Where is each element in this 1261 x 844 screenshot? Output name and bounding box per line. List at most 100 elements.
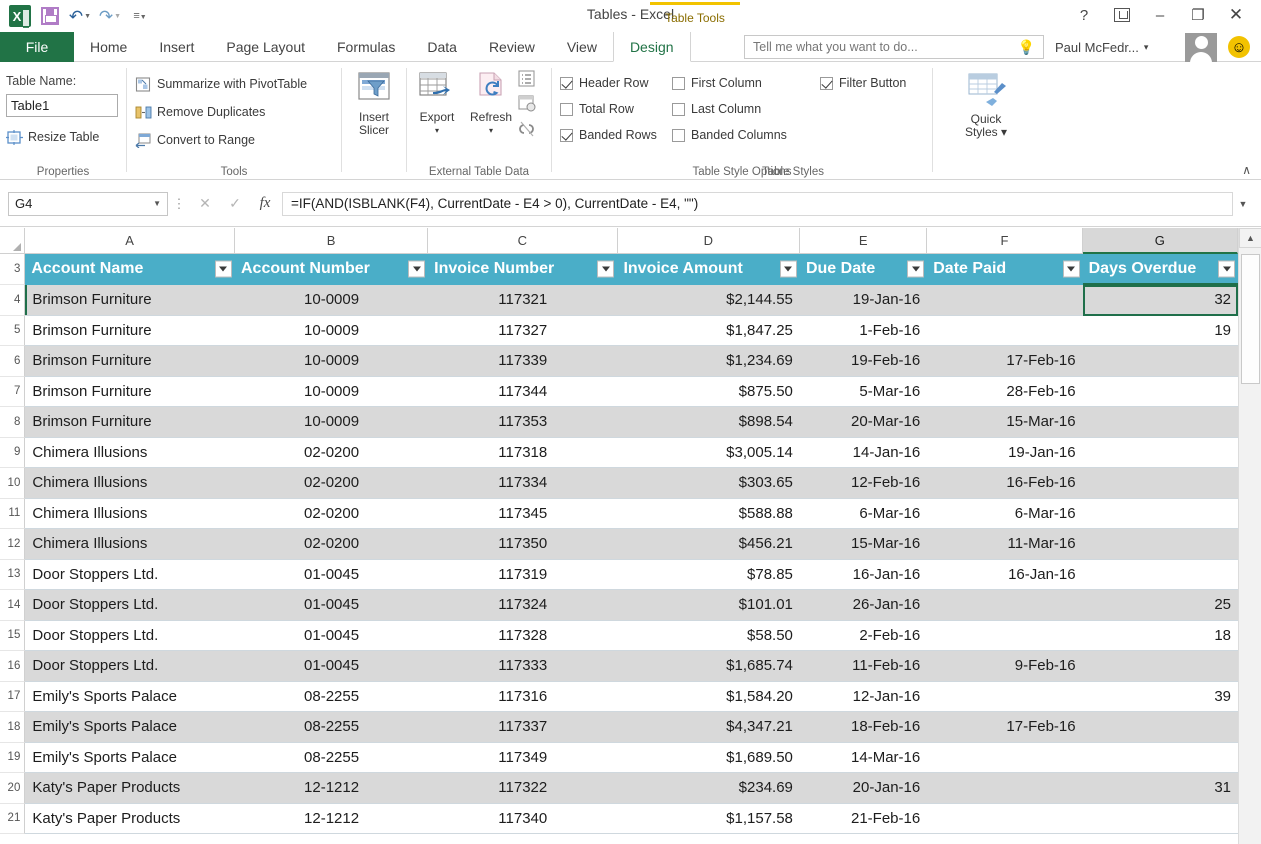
cell-C20[interactable]: 117322 <box>428 773 617 804</box>
cell-E17[interactable]: 12-Jan-16 <box>800 682 927 713</box>
cell-C9[interactable]: 117318 <box>428 438 617 469</box>
cell-B17[interactable]: 08-2255 <box>235 682 428 713</box>
cell-G21[interactable] <box>1083 804 1238 835</box>
cell-C5[interactable]: 117327 <box>428 316 617 347</box>
cell-A18[interactable]: Emily's Sports Palace <box>25 712 235 743</box>
cell-D9[interactable]: $3,005.14 <box>617 438 800 469</box>
cell-D20[interactable]: $234.69 <box>617 773 800 804</box>
cell-C11[interactable]: 117345 <box>428 499 617 530</box>
column-header-B[interactable]: B <box>235 228 428 254</box>
column-header-D[interactable]: D <box>618 228 801 254</box>
cell-B13[interactable]: 01-0045 <box>235 560 428 591</box>
export-button[interactable]: Export ▾ <box>409 72 465 137</box>
cell-G10[interactable] <box>1083 468 1238 499</box>
cell-C16[interactable]: 117333 <box>428 651 617 682</box>
cell-A12[interactable]: Chimera Illusions <box>25 529 235 560</box>
help-icon[interactable]: ? <box>1067 2 1101 28</box>
cell-G17[interactable]: 39 <box>1083 682 1238 713</box>
cell-G12[interactable] <box>1083 529 1238 560</box>
collapse-ribbon-icon[interactable]: ∧ <box>1242 163 1251 177</box>
cell-C17[interactable]: 117316 <box>428 682 617 713</box>
cell-A14[interactable]: Door Stoppers Ltd. <box>25 590 235 621</box>
cell-E7[interactable]: 5-Mar-16 <box>800 377 927 408</box>
cell-E8[interactable]: 20-Mar-16 <box>800 407 927 438</box>
cell-G7[interactable] <box>1083 377 1238 408</box>
feedback-smiley-icon[interactable]: ☺ <box>1228 36 1250 58</box>
cell-D7[interactable]: $875.50 <box>617 377 800 408</box>
table-header-account-name[interactable]: Account Name <box>25 254 235 285</box>
cell-G5[interactable]: 19 <box>1083 316 1238 347</box>
table-name-input[interactable]: Table1 <box>6 94 118 117</box>
cell-E21[interactable]: 21-Feb-16 <box>800 804 927 835</box>
column-header-C[interactable]: C <box>428 228 617 254</box>
row-header-5[interactable]: 5 <box>0 316 25 347</box>
cell-B5[interactable]: 10-0009 <box>235 316 428 347</box>
cell-B11[interactable]: 02-0200 <box>235 499 428 530</box>
cell-A19[interactable]: Emily's Sports Palace <box>25 743 235 774</box>
cell-A4[interactable]: Brimson Furniture <box>25 285 235 316</box>
insert-function-icon[interactable]: fx <box>250 195 280 212</box>
cell-C14[interactable]: 117324 <box>428 590 617 621</box>
cell-F7[interactable]: 28-Feb-16 <box>927 377 1082 408</box>
checkbox-first-column[interactable]: First Column <box>672 70 787 96</box>
cell-C12[interactable]: 117350 <box>428 529 617 560</box>
cell-E4[interactable]: 19-Jan-16 <box>800 285 927 316</box>
filter-dropdown-icon[interactable] <box>907 261 924 278</box>
row-header-9[interactable]: 9 <box>0 438 25 469</box>
cell-F6[interactable]: 17-Feb-16 <box>927 346 1082 377</box>
expand-formula-bar-icon[interactable]: ▼ <box>1233 199 1253 209</box>
table-header-date-paid[interactable]: Date Paid <box>927 254 1082 285</box>
tab-design[interactable]: Design <box>613 32 691 62</box>
cell-E16[interactable]: 11-Feb-16 <box>800 651 927 682</box>
cell-B10[interactable]: 02-0200 <box>235 468 428 499</box>
cell-A13[interactable]: Door Stoppers Ltd. <box>25 560 235 591</box>
row-header-20[interactable]: 20 <box>0 773 25 804</box>
vertical-scrollbar[interactable]: ▲ <box>1238 228 1261 844</box>
cell-D17[interactable]: $1,584.20 <box>617 682 800 713</box>
cell-A15[interactable]: Door Stoppers Ltd. <box>25 621 235 652</box>
enter-formula-icon[interactable]: ✓ <box>220 195 250 212</box>
column-header-F[interactable]: F <box>927 228 1082 254</box>
cell-C13[interactable]: 117319 <box>428 560 617 591</box>
row-header-21[interactable]: 21 <box>0 804 25 835</box>
cell-G16[interactable] <box>1083 651 1238 682</box>
cell-B19[interactable]: 08-2255 <box>235 743 428 774</box>
row-header-4[interactable]: 4 <box>0 285 25 316</box>
cell-F15[interactable] <box>927 621 1082 652</box>
checkbox-banded-columns[interactable]: Banded Columns <box>672 122 787 148</box>
open-in-browser-button[interactable] <box>517 95 537 118</box>
select-all-corner[interactable] <box>0 228 25 254</box>
cell-A16[interactable]: Door Stoppers Ltd. <box>25 651 235 682</box>
tab-file[interactable]: File <box>0 32 74 62</box>
cell-C21[interactable]: 117340 <box>428 804 617 835</box>
cell-B18[interactable]: 08-2255 <box>235 712 428 743</box>
cell-B20[interactable]: 12-1212 <box>235 773 428 804</box>
checkbox-last-column[interactable]: Last Column <box>672 96 787 122</box>
table-header-days-overdue[interactable]: Days Overdue <box>1083 254 1238 285</box>
row-header-7[interactable]: 7 <box>0 377 25 408</box>
cell-D18[interactable]: $4,347.21 <box>617 712 800 743</box>
row-header-3[interactable]: 3 <box>0 254 25 285</box>
tab-home[interactable]: Home <box>74 32 143 62</box>
filter-dropdown-icon[interactable] <box>408 261 425 278</box>
cell-A6[interactable]: Brimson Furniture <box>25 346 235 377</box>
tab-view[interactable]: View <box>551 32 613 62</box>
tab-formulas[interactable]: Formulas <box>321 32 411 62</box>
cell-F4[interactable] <box>927 285 1082 316</box>
tab-review[interactable]: Review <box>473 32 551 62</box>
customize-qat-icon[interactable]: ≡▼ <box>126 3 154 29</box>
cell-E12[interactable]: 15-Mar-16 <box>800 529 927 560</box>
cell-D8[interactable]: $898.54 <box>617 407 800 438</box>
cell-B14[interactable]: 01-0045 <box>235 590 428 621</box>
cell-D19[interactable]: $1,689.50 <box>617 743 800 774</box>
cell-D4[interactable]: $2,144.55 <box>617 285 800 316</box>
cell-A7[interactable]: Brimson Furniture <box>25 377 235 408</box>
minimize-icon[interactable]: – <box>1143 2 1177 28</box>
row-header-12[interactable]: 12 <box>0 529 25 560</box>
cancel-formula-icon[interactable]: ✕ <box>190 195 220 212</box>
row-header-19[interactable]: 19 <box>0 743 25 774</box>
cell-F20[interactable] <box>927 773 1082 804</box>
row-header-13[interactable]: 13 <box>0 560 25 591</box>
cell-D12[interactable]: $456.21 <box>617 529 800 560</box>
cell-F21[interactable] <box>927 804 1082 835</box>
